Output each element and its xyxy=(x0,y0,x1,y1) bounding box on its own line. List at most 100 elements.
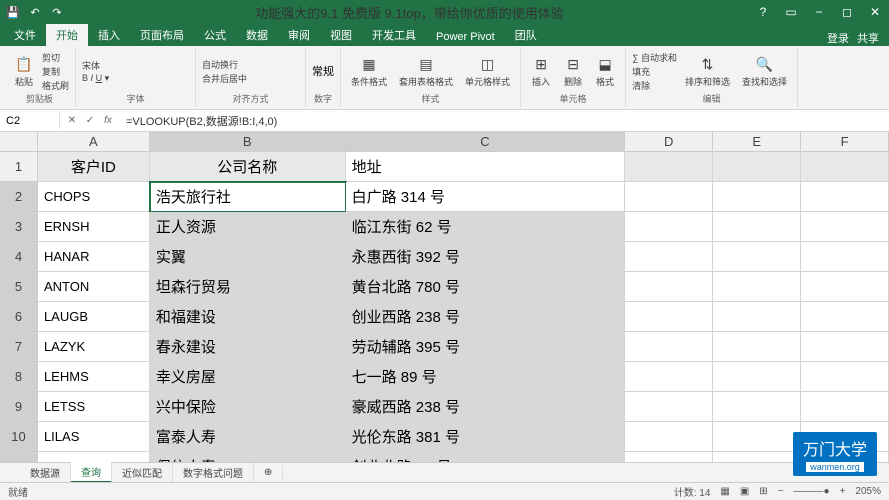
close-icon[interactable]: ✕ xyxy=(865,5,885,19)
cell[interactable] xyxy=(625,332,713,362)
number-format-select[interactable]: 常规 xyxy=(312,63,334,79)
cell[interactable] xyxy=(713,332,801,362)
cell[interactable] xyxy=(625,152,713,182)
cell[interactable]: 幸义房屋 xyxy=(150,362,346,392)
sheet-tab[interactable]: 查询 xyxy=(71,462,112,483)
tab-file[interactable]: 文件 xyxy=(4,24,46,46)
cell[interactable]: 临江东街 62 号 xyxy=(346,212,626,242)
row-header[interactable]: 7 xyxy=(0,332,38,362)
format-painter-button[interactable]: 格式刷 xyxy=(42,79,69,92)
select-all-button[interactable] xyxy=(0,132,38,152)
cell[interactable] xyxy=(713,392,801,422)
cell[interactable] xyxy=(625,272,713,302)
cell[interactable] xyxy=(625,422,713,452)
cell[interactable]: LILAS xyxy=(38,422,150,452)
col-header-D[interactable]: D xyxy=(625,132,713,152)
cell[interactable]: 浩天旅行社 xyxy=(150,182,346,212)
cell[interactable] xyxy=(625,182,713,212)
redo-icon[interactable]: ↷ xyxy=(48,3,66,21)
cell[interactable] xyxy=(801,302,889,332)
tab-home[interactable]: 开始 xyxy=(46,24,88,46)
cell[interactable]: 兴中保险 xyxy=(150,392,346,422)
minimize-icon[interactable]: − xyxy=(809,5,829,19)
worksheet-grid[interactable]: A B C D E F 1客户ID公司名称地址2CHOPS浩天旅行社白广路 31… xyxy=(0,132,889,482)
paste-button[interactable]: 📋粘贴 xyxy=(10,53,38,90)
autosum-button[interactable]: ∑ 自动求和 xyxy=(632,51,677,64)
fill-button[interactable]: 填充 xyxy=(632,65,677,78)
tab-powerpivot[interactable]: Power Pivot xyxy=(426,28,505,46)
zoom-slider[interactable]: ———● xyxy=(794,486,830,497)
help-icon[interactable]: ? xyxy=(753,5,773,19)
col-header-C[interactable]: C xyxy=(346,132,626,152)
cell[interactable]: 坦森行贸易 xyxy=(150,272,346,302)
cut-button[interactable]: 剪切 xyxy=(42,51,69,64)
cell[interactable]: 和福建设 xyxy=(150,302,346,332)
cell[interactable] xyxy=(625,362,713,392)
tab-layout[interactable]: 页面布局 xyxy=(130,24,194,46)
cell[interactable] xyxy=(801,362,889,392)
tab-data[interactable]: 数据 xyxy=(236,24,278,46)
cell[interactable] xyxy=(625,242,713,272)
cell[interactable]: 永惠西街 392 号 xyxy=(346,242,626,272)
clear-button[interactable]: 清除 xyxy=(632,79,677,92)
maximize-icon[interactable]: ◻ xyxy=(837,5,857,19)
cell[interactable]: 富泰人寿 xyxy=(150,422,346,452)
cell[interactable] xyxy=(713,362,801,392)
view-normal-icon[interactable]: ▦ xyxy=(720,486,729,497)
col-header-B[interactable]: B xyxy=(150,132,346,152)
cell[interactable] xyxy=(625,302,713,332)
undo-icon[interactable]: ↶ xyxy=(26,3,44,21)
formula-input[interactable]: =VLOOKUP(B2,数据源!B:I,4,0) xyxy=(120,111,889,131)
cell[interactable]: CHOPS xyxy=(38,182,150,212)
col-header-A[interactable]: A xyxy=(38,132,150,152)
sheet-tab[interactable]: 数字格式问题 xyxy=(173,463,254,482)
cell[interactable] xyxy=(713,182,801,212)
tab-formulas[interactable]: 公式 xyxy=(194,24,236,46)
name-box[interactable]: C2 xyxy=(0,113,60,129)
zoom-in-button[interactable]: + xyxy=(840,486,846,497)
zoom-out-button[interactable]: − xyxy=(778,486,784,497)
cell[interactable]: ANTON xyxy=(38,272,150,302)
cell[interactable]: 春永建设 xyxy=(150,332,346,362)
cell[interactable] xyxy=(801,242,889,272)
enter-icon[interactable]: ✓ xyxy=(82,115,98,126)
merge-button[interactable]: 合并后居中 xyxy=(202,72,247,85)
cell[interactable] xyxy=(713,242,801,272)
row-header[interactable]: 1 xyxy=(0,152,38,182)
cell[interactable] xyxy=(801,272,889,302)
cell[interactable] xyxy=(801,152,889,182)
table-format-button[interactable]: ▤套用表格格式 xyxy=(395,53,457,90)
row-header[interactable]: 4 xyxy=(0,242,38,272)
new-sheet-button[interactable]: ⊕ xyxy=(254,465,283,480)
cell[interactable]: LETSS xyxy=(38,392,150,422)
row-header[interactable]: 6 xyxy=(0,302,38,332)
cell[interactable]: 正人资源 xyxy=(150,212,346,242)
cell[interactable]: 七一路 89 号 xyxy=(346,362,626,392)
zoom-level[interactable]: 205% xyxy=(855,486,881,497)
tab-review[interactable]: 审阅 xyxy=(278,24,320,46)
col-header-F[interactable]: F xyxy=(801,132,889,152)
tab-team[interactable]: 团队 xyxy=(505,24,547,46)
row-header[interactable]: 8 xyxy=(0,362,38,392)
cell[interactable] xyxy=(713,302,801,332)
login-link[interactable]: 登录 xyxy=(827,30,849,46)
cond-format-button[interactable]: ▦条件格式 xyxy=(347,53,391,90)
tab-dev[interactable]: 开发工具 xyxy=(362,24,426,46)
view-layout-icon[interactable]: ▣ xyxy=(740,486,749,497)
wrap-button[interactable]: 自动换行 xyxy=(202,58,247,71)
font-name-select[interactable]: 宋体 xyxy=(82,59,109,72)
cancel-icon[interactable]: ✕ xyxy=(64,115,80,126)
cell[interactable]: 客户ID xyxy=(38,152,150,182)
cell[interactable] xyxy=(713,152,801,182)
cell[interactable]: LEHMS xyxy=(38,362,150,392)
cell[interactable] xyxy=(625,392,713,422)
insert-cells-button[interactable]: ⊞插入 xyxy=(527,53,555,90)
cell[interactable]: LAUGB xyxy=(38,302,150,332)
cell[interactable]: 黄台北路 780 号 xyxy=(346,272,626,302)
cell[interactable]: 公司名称 xyxy=(150,152,346,182)
sheet-tab[interactable]: 近似匹配 xyxy=(112,463,173,482)
cell[interactable]: 创业西路 238 号 xyxy=(346,302,626,332)
cell[interactable] xyxy=(801,212,889,242)
fx-icon[interactable]: fx xyxy=(100,115,116,126)
save-icon[interactable]: 💾 xyxy=(4,3,22,21)
